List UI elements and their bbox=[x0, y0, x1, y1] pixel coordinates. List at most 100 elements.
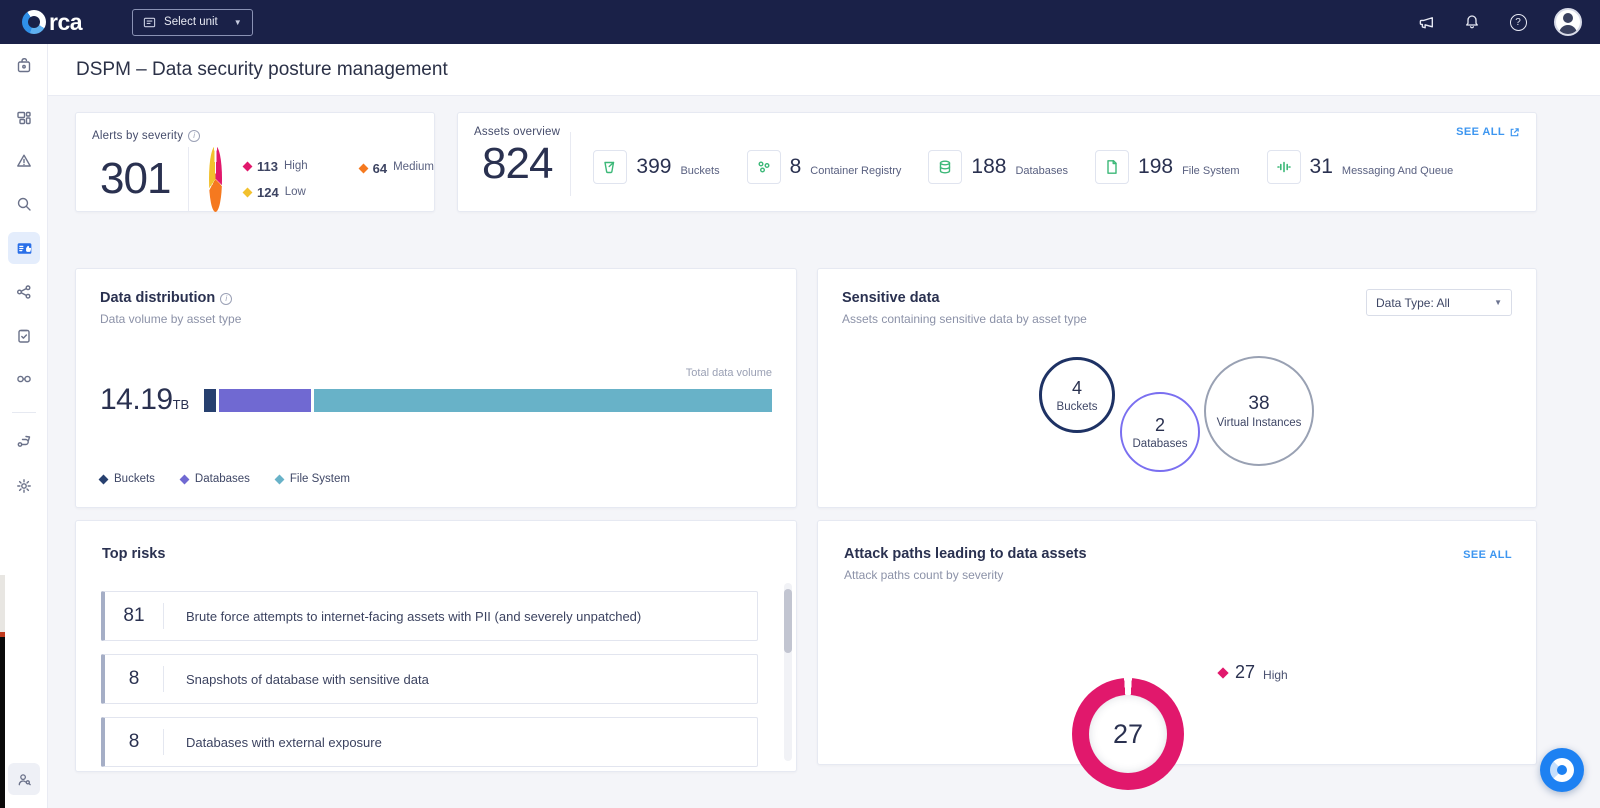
legend-diamond bbox=[242, 187, 253, 197]
risk-row-2[interactable]: 8 Snapshots of database with sensitive d… bbox=[101, 654, 758, 704]
total-data-volume-value: 14.19 TB bbox=[100, 383, 190, 416]
risks-scrollbar-track[interactable] bbox=[784, 583, 792, 761]
bar-segment-file-system bbox=[313, 388, 772, 412]
attack-paths-subtitle: Attack paths count by severity bbox=[844, 568, 1004, 582]
bar-segment-databases bbox=[219, 388, 311, 412]
settings-gear-icon bbox=[17, 479, 31, 493]
bucket-icon bbox=[604, 161, 615, 174]
legend-item-low: 124 Low bbox=[242, 185, 308, 200]
dspm-icon bbox=[17, 242, 31, 254]
sidebar-item-feedback[interactable] bbox=[8, 763, 40, 795]
left-sidebar bbox=[0, 44, 48, 808]
sidebar-item-alerts[interactable] bbox=[8, 145, 40, 177]
search-icon bbox=[17, 197, 31, 211]
alerts-by-severity-card: Alerts by severity i 301 113 High 124 Low bbox=[75, 112, 435, 212]
sidebar-item-settings[interactable] bbox=[8, 470, 40, 502]
info-icon[interactable]: i bbox=[220, 292, 233, 305]
sidebar-item-automation[interactable] bbox=[8, 425, 40, 457]
legend-diamond bbox=[98, 474, 109, 484]
user-avatar[interactable] bbox=[1554, 8, 1582, 36]
risk-row-1[interactable]: 81 Brute force attempts to internet-faci… bbox=[101, 591, 758, 641]
automation-icon bbox=[17, 435, 31, 447]
orca-assistant-button[interactable] bbox=[1540, 748, 1584, 792]
assets-overview-card: Assets overview SEE ALL 824 399 Buckets … bbox=[457, 112, 1537, 212]
sidebar-item-compliance[interactable] bbox=[8, 320, 40, 352]
sidebar-item-dspm[interactable] bbox=[8, 232, 40, 264]
total-data-volume-label: Total data volume bbox=[685, 367, 772, 379]
attack-paths-see-all-link[interactable]: SEE ALL bbox=[1463, 549, 1512, 561]
legend-diamond bbox=[1217, 666, 1229, 679]
compliance-icon bbox=[18, 329, 30, 343]
help-icon[interactable]: ? bbox=[1508, 12, 1528, 32]
home-icon bbox=[17, 58, 31, 73]
left-edge-artifact bbox=[0, 575, 5, 808]
data-distribution-card: Data distribution i Data volume by asset … bbox=[75, 268, 797, 508]
sidebar-item-home[interactable] bbox=[8, 50, 40, 82]
risks-scrollbar-thumb[interactable] bbox=[784, 589, 792, 653]
orca-logo[interactable]: rca bbox=[22, 8, 83, 36]
sidebar-divider bbox=[12, 412, 36, 413]
sensitive-data-title: Sensitive data bbox=[842, 290, 940, 306]
orca-logo-icon bbox=[22, 10, 46, 34]
legend-diamond bbox=[242, 161, 253, 171]
attack-paths-icon bbox=[17, 285, 31, 299]
bubble-virtual-instances[interactable]: 38 Virtual Instances bbox=[1204, 356, 1314, 466]
top-risks-title: Top risks bbox=[102, 546, 166, 562]
legend-item-medium: 64 Medium bbox=[358, 161, 434, 200]
legend-item-buckets: Buckets bbox=[98, 473, 155, 485]
dashboards-icon bbox=[17, 111, 31, 125]
alerts-donut-chart bbox=[208, 146, 222, 212]
sidebar-item-discovery[interactable] bbox=[8, 188, 40, 220]
notifications-bell-icon[interactable] bbox=[1462, 12, 1482, 32]
asset-item-container-registry: 8 Container Registry bbox=[746, 150, 901, 184]
risk-row-3[interactable]: 8 Databases with external exposure bbox=[101, 717, 758, 767]
attack-paths-title: Attack paths leading to data assets bbox=[844, 546, 1087, 562]
page-header: DSPM – Data security posture management bbox=[48, 44, 1600, 96]
alerts-total: 301 bbox=[100, 154, 171, 203]
sidebar-item-attack-paths[interactable] bbox=[8, 276, 40, 308]
sidebar-item-dashboards[interactable] bbox=[8, 102, 40, 134]
orca-logo-text: rca bbox=[49, 8, 83, 35]
bar-segment-buckets bbox=[204, 388, 217, 412]
select-unit-label: Select unit bbox=[164, 16, 218, 28]
attack-paths-card: Attack paths leading to data assets Atta… bbox=[817, 520, 1537, 790]
top-navbar: rca Select unit ▼ ? bbox=[0, 0, 1600, 44]
asset-item-file-system: 198 File System bbox=[1095, 150, 1240, 184]
asset-item-databases: 188 Databases bbox=[928, 150, 1068, 184]
orca-mark-icon bbox=[1550, 758, 1574, 782]
select-unit-dropdown[interactable]: Select unit ▼ bbox=[132, 8, 253, 36]
alerts-card-title: Alerts by severity bbox=[92, 130, 184, 142]
chevron-down-icon: ▼ bbox=[233, 17, 242, 27]
assets-see-all-link[interactable]: SEE ALL bbox=[1456, 126, 1520, 138]
asset-item-messaging-and-queue: 31 Messaging And Queue bbox=[1266, 150, 1453, 184]
legend-item-high: 113 High bbox=[242, 159, 308, 174]
file-system-icon bbox=[1107, 160, 1117, 174]
sidebar-item-shift-left[interactable] bbox=[8, 363, 40, 395]
data-distribution-title: Data distribution bbox=[100, 290, 216, 306]
unit-icon bbox=[143, 17, 156, 27]
external-link-icon bbox=[1510, 127, 1519, 136]
legend-item-high: 27 High bbox=[1217, 662, 1288, 683]
legend-diamond bbox=[179, 474, 190, 484]
messaging-queue-icon bbox=[1276, 161, 1291, 173]
data-type-filter-dropdown[interactable]: Data Type: All ▼ bbox=[1366, 289, 1512, 316]
info-icon[interactable]: i bbox=[188, 129, 201, 142]
attack-paths-total: 27 bbox=[1112, 718, 1144, 749]
chevron-down-icon: ▼ bbox=[1494, 298, 1502, 307]
assets-total: 824 bbox=[482, 139, 553, 188]
legend-diamond bbox=[358, 163, 369, 173]
legend-diamond bbox=[274, 474, 285, 484]
bubble-buckets[interactable]: 4 Buckets bbox=[1039, 357, 1115, 433]
divider bbox=[570, 132, 572, 196]
bubble-databases[interactable]: 2 Databases bbox=[1120, 392, 1200, 472]
database-icon bbox=[940, 160, 951, 174]
sensitive-data-card: Sensitive data Assets containing sensiti… bbox=[817, 268, 1537, 508]
feedback-icon bbox=[18, 773, 31, 785]
container-registry-icon bbox=[758, 161, 770, 173]
shift-left-icon bbox=[17, 375, 31, 383]
assets-card-title: Assets overview bbox=[474, 126, 561, 138]
alerts-icon bbox=[17, 154, 31, 167]
announcements-icon[interactable] bbox=[1416, 12, 1436, 32]
legend-item-databases: Databases bbox=[179, 473, 250, 485]
data-distribution-subtitle: Data volume by asset type bbox=[100, 312, 242, 326]
